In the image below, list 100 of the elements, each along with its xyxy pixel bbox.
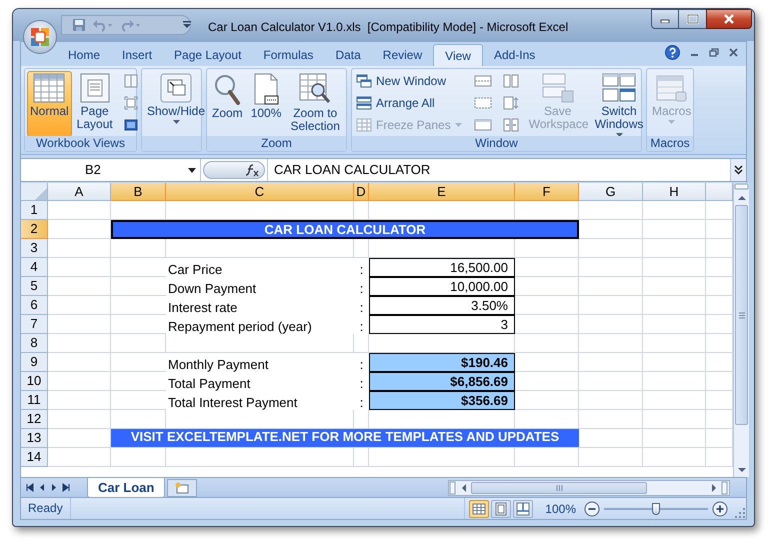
redo-arrow-icon bbox=[120, 18, 142, 32]
ribbon-button[interactable]: Normal bbox=[27, 71, 72, 137]
caret-icon bbox=[188, 168, 196, 172]
customize-toolbar-button[interactable] bbox=[183, 21, 191, 29]
row-header[interactable]: 10 bbox=[21, 372, 48, 391]
ribbon-tab[interactable]: Review bbox=[372, 44, 434, 66]
view-button[interactable] bbox=[491, 500, 512, 518]
window-title: Car Loan Calculator V1.0.xls [Compatibility Mode] - Microsoft Excel bbox=[208, 19, 568, 36]
cell-label: Down Payment bbox=[167, 281, 256, 296]
function-icon bbox=[244, 163, 260, 177]
splitter-handle[interactable] bbox=[203, 161, 265, 179]
value-cell[interactable]: $6,856.69 bbox=[369, 372, 515, 391]
page-icon bbox=[78, 73, 111, 103]
ribbon-button[interactable]: Zoom bbox=[209, 71, 246, 137]
cell-label: Repayment period (year) bbox=[167, 319, 312, 334]
ribbon-tab[interactable]: Add-Ins bbox=[482, 44, 546, 66]
sheet-nav-button[interactable] bbox=[25, 482, 35, 493]
close-workbook-button[interactable] bbox=[729, 48, 738, 57]
view-button[interactable] bbox=[513, 500, 534, 518]
value-cell[interactable]: $356.69 bbox=[369, 391, 515, 410]
scroll-thumb[interactable] bbox=[735, 205, 748, 425]
new-sheet-icon bbox=[174, 482, 190, 494]
column-header[interactable]: H bbox=[643, 183, 706, 201]
close-button[interactable] bbox=[706, 9, 752, 29]
group-label: Macros bbox=[647, 136, 693, 151]
view-button[interactable] bbox=[469, 500, 490, 518]
page-frame-icon bbox=[124, 96, 138, 110]
restore-workbook-button[interactable] bbox=[709, 48, 719, 57]
column-header[interactable]: B bbox=[111, 183, 166, 201]
cell-separator: : bbox=[360, 395, 364, 410]
row-header[interactable]: 2 bbox=[21, 220, 48, 239]
row-header[interactable]: 5 bbox=[21, 277, 48, 296]
column-header[interactable]: C bbox=[166, 183, 354, 201]
triangle-icon bbox=[35, 188, 47, 200]
value-cell[interactable]: 3.50% bbox=[369, 296, 515, 315]
ribbon-tab[interactable]: Formulas bbox=[252, 44, 324, 66]
row-header[interactable]: 6 bbox=[21, 296, 48, 315]
cell-separator: : bbox=[360, 262, 364, 277]
column-header[interactable]: F bbox=[515, 183, 579, 201]
column-header[interactable]: E bbox=[369, 183, 515, 201]
save-button[interactable] bbox=[72, 18, 86, 32]
sheet-tab[interactable]: Car Loan bbox=[87, 478, 166, 498]
zoom-level: 100% bbox=[544, 500, 577, 518]
value-cell[interactable]: 10,000.00 bbox=[369, 277, 515, 296]
ribbon-button[interactable]: Zoom to Selection bbox=[286, 71, 344, 137]
ribbon-tab[interactable]: View bbox=[433, 44, 483, 66]
grid-icon bbox=[356, 118, 372, 132]
row-header[interactable]: 11 bbox=[21, 391, 48, 410]
ribbon-button[interactable]: Arrange All bbox=[354, 93, 464, 113]
resize-grip-icon bbox=[732, 505, 746, 519]
book-icon bbox=[124, 74, 138, 88]
scroll-thumb[interactable] bbox=[471, 482, 647, 494]
close-icon bbox=[729, 48, 738, 57]
row-header[interactable]: 14 bbox=[21, 448, 48, 467]
name-box[interactable]: B2 bbox=[21, 159, 201, 181]
zoom-slider-thumb[interactable] bbox=[652, 502, 660, 514]
row-header[interactable]: 9 bbox=[21, 353, 48, 372]
zoom-in-button[interactable] bbox=[712, 500, 728, 516]
row-header[interactable]: 13 bbox=[21, 429, 48, 448]
sheet-nav-button[interactable] bbox=[61, 482, 71, 493]
macro-sheet-icon bbox=[656, 73, 688, 103]
column-header[interactable]: D bbox=[354, 183, 369, 201]
horizontal-scrollbar[interactable] bbox=[448, 480, 730, 496]
caret-icon bbox=[668, 120, 676, 124]
group-label: Window bbox=[352, 136, 641, 151]
value-cell[interactable]: 3 bbox=[369, 315, 515, 334]
help-button[interactable] bbox=[665, 45, 680, 60]
ribbon-button[interactable]: 100% bbox=[248, 71, 284, 137]
plus-icon bbox=[712, 500, 728, 516]
cell-separator: : bbox=[360, 300, 364, 315]
windows-icon bbox=[356, 74, 372, 88]
column-header[interactable]: G bbox=[579, 183, 643, 201]
value-cell[interactable]: 16,500.00 bbox=[369, 258, 515, 277]
zoom-out-button[interactable] bbox=[584, 500, 600, 516]
row-header[interactable]: 7 bbox=[21, 315, 48, 334]
row-header[interactable]: 4 bbox=[21, 258, 48, 277]
banner-cell: CAR LOAN CALCULATOR bbox=[111, 220, 579, 239]
cell-separator: : bbox=[360, 319, 364, 334]
row-header[interactable]: 1 bbox=[21, 201, 48, 220]
ribbon-button[interactable]: New Window bbox=[354, 71, 464, 91]
expand-formula-button[interactable] bbox=[730, 159, 746, 181]
vertical-scrollbar[interactable] bbox=[733, 183, 749, 477]
maximize-button[interactable] bbox=[679, 9, 706, 29]
ribbon-tab[interactable]: Insert bbox=[111, 44, 164, 66]
ribbon-button[interactable]: Page Layout bbox=[74, 71, 116, 137]
column-header[interactable]: A bbox=[48, 183, 111, 201]
grip-icon bbox=[738, 312, 746, 318]
ribbon-button[interactable]: Switch Windows bbox=[592, 71, 646, 137]
minimize-button[interactable] bbox=[651, 9, 679, 29]
row-header[interactable]: 3 bbox=[21, 239, 48, 258]
value-cell[interactable]: $190.46 bbox=[369, 353, 515, 372]
ribbon-tab[interactable]: Data bbox=[324, 44, 372, 66]
page-break-icon bbox=[515, 500, 532, 516]
ribbon-tab[interactable]: Page Layout bbox=[163, 44, 252, 66]
row-header[interactable]: 8 bbox=[21, 334, 48, 353]
caret-icon bbox=[454, 123, 462, 127]
insert-sheet-button[interactable] bbox=[167, 478, 198, 496]
office-button[interactable] bbox=[23, 20, 57, 54]
ribbon-tab[interactable]: Home bbox=[57, 44, 112, 66]
row-header[interactable]: 12 bbox=[21, 410, 48, 429]
